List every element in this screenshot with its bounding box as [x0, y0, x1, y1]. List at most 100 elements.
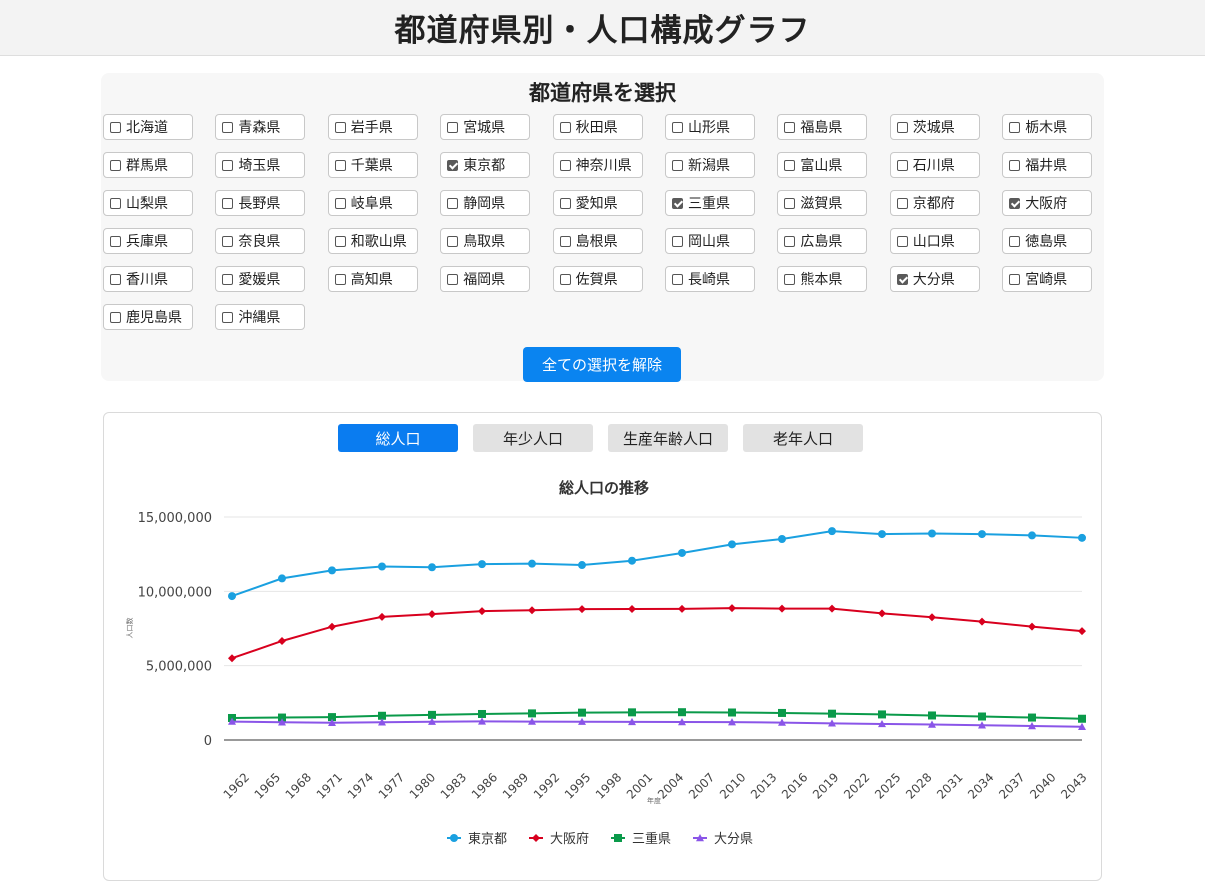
prefecture-checkbox-item[interactable]: 群馬県 [103, 152, 193, 178]
prefecture-checkbox-item[interactable]: 福井県 [1002, 152, 1093, 178]
checkbox[interactable] [222, 197, 234, 209]
checkbox[interactable] [672, 159, 683, 171]
prefecture-checkbox-item[interactable]: 徳島県 [1002, 228, 1093, 254]
checkbox[interactable] [447, 121, 459, 133]
prefecture-checkbox-item[interactable]: 鹿児島県 [103, 304, 193, 330]
checkbox[interactable] [110, 311, 121, 323]
prefecture-checkbox-item[interactable]: 北海道 [103, 114, 193, 140]
prefecture-checkbox-item[interactable]: 福島県 [777, 114, 868, 140]
prefecture-checkbox-item[interactable]: 宮崎県 [1002, 266, 1093, 292]
prefecture-checkbox-item[interactable]: 沖縄県 [215, 304, 306, 330]
prefecture-checkbox-item[interactable]: 岐阜県 [327, 190, 418, 216]
checkbox[interactable] [559, 273, 571, 285]
clear-selection-button[interactable]: 全ての選択を解除 [523, 347, 681, 382]
checkbox[interactable] [784, 197, 796, 209]
prefecture-checkbox-item[interactable]: 新潟県 [665, 152, 755, 178]
checkbox[interactable] [896, 159, 908, 171]
checkbox[interactable] [559, 121, 571, 133]
checkbox[interactable] [334, 197, 346, 209]
prefecture-checkbox-item[interactable]: 島根県 [552, 228, 643, 254]
prefecture-label: 高知県 [350, 272, 393, 288]
checkbox[interactable] [672, 273, 683, 285]
prefecture-checkbox-item[interactable]: 和歌山県 [327, 228, 418, 254]
prefecture-checkbox-item[interactable]: 兵庫県 [103, 228, 193, 254]
checkbox[interactable] [334, 235, 346, 247]
prefecture-checkbox-item[interactable]: 宮城県 [440, 114, 531, 140]
checkbox[interactable] [334, 121, 346, 133]
prefecture-checkbox-item[interactable]: 青森県 [215, 114, 306, 140]
legend-item: 大阪府 [529, 832, 589, 847]
prefecture-checkbox-item[interactable]: 秋田県 [552, 114, 643, 140]
prefecture-checkbox-item[interactable]: 茨城県 [889, 114, 980, 140]
checkbox[interactable] [447, 273, 459, 285]
prefecture-checkbox-item[interactable]: 東京都 [440, 152, 531, 178]
checkbox[interactable] [1009, 121, 1021, 133]
prefecture-checkbox-item[interactable]: 高知県 [327, 266, 418, 292]
prefecture-checkbox-item[interactable]: 千葉県 [327, 152, 418, 178]
checkbox[interactable] [784, 121, 796, 133]
checkbox[interactable] [222, 235, 234, 247]
prefecture-checkbox-item[interactable]: 熊本県 [777, 266, 868, 292]
prefecture-checkbox-item[interactable]: 愛媛県 [215, 266, 306, 292]
checkbox[interactable] [110, 273, 121, 285]
checkbox[interactable] [222, 121, 234, 133]
prefecture-checkbox-item[interactable]: 富山県 [777, 152, 868, 178]
checkbox[interactable] [222, 159, 234, 171]
checkbox[interactable] [334, 273, 346, 285]
prefecture-checkbox-item[interactable]: 山形県 [665, 114, 755, 140]
prefecture-checkbox-item[interactable]: 神奈川県 [552, 152, 643, 178]
prefecture-checkbox-item[interactable]: 鳥取県 [440, 228, 531, 254]
checkbox[interactable] [110, 235, 121, 247]
prefecture-label: 東京都 [463, 158, 506, 174]
prefecture-checkbox-item[interactable]: 石川県 [889, 152, 980, 178]
prefecture-checkbox-item[interactable]: 長野県 [215, 190, 306, 216]
prefecture-checkbox-item[interactable]: 大分県 [889, 266, 980, 292]
checkbox[interactable] [110, 121, 121, 133]
x-tick-label: 1980 [407, 770, 438, 801]
prefecture-checkbox-item[interactable]: 静岡県 [440, 190, 531, 216]
checkbox[interactable] [672, 197, 683, 209]
checkbox[interactable] [896, 235, 908, 247]
prefecture-checkbox-item[interactable]: 香川県 [103, 266, 193, 292]
checkbox[interactable] [1009, 273, 1021, 285]
prefecture-checkbox-item[interactable]: 埼玉県 [215, 152, 306, 178]
prefecture-checkbox-item[interactable]: 岩手県 [327, 114, 418, 140]
checkbox[interactable] [559, 235, 571, 247]
prefecture-checkbox-item[interactable]: 愛知県 [552, 190, 643, 216]
checkbox[interactable] [222, 311, 234, 323]
prefecture-checkbox-item[interactable]: 奈良県 [215, 228, 306, 254]
prefecture-checkbox-item[interactable]: 京都府 [889, 190, 980, 216]
prefecture-checkbox-item[interactable]: 滋賀県 [777, 190, 868, 216]
prefecture-checkbox-item[interactable]: 山梨県 [103, 190, 193, 216]
checkbox[interactable] [896, 273, 908, 285]
checkbox[interactable] [784, 273, 796, 285]
checkbox[interactable] [672, 121, 683, 133]
checkbox[interactable] [672, 235, 683, 247]
checkbox[interactable] [559, 159, 571, 171]
checkbox[interactable] [222, 273, 234, 285]
checkbox[interactable] [1009, 235, 1021, 247]
checkbox[interactable] [1009, 197, 1021, 209]
checkbox[interactable] [110, 159, 121, 171]
prefecture-checkbox-item[interactable]: 三重県 [665, 190, 755, 216]
prefecture-checkbox-item[interactable]: 長崎県 [665, 266, 755, 292]
checkbox[interactable] [784, 159, 796, 171]
prefecture-checkbox-item[interactable]: 山口県 [889, 228, 980, 254]
checkbox[interactable] [559, 197, 571, 209]
checkbox[interactable] [1009, 159, 1021, 171]
checkbox[interactable] [784, 235, 796, 247]
prefecture-checkbox-item[interactable]: 佐賀県 [552, 266, 643, 292]
checkbox[interactable] [896, 197, 908, 209]
prefecture-checkbox-item[interactable]: 栃木県 [1002, 114, 1093, 140]
prefecture-label: 大阪府 [1025, 196, 1068, 212]
checkbox[interactable] [110, 197, 121, 209]
checkbox[interactable] [447, 235, 459, 247]
checkbox[interactable] [447, 197, 459, 209]
checkbox[interactable] [896, 121, 908, 133]
prefecture-checkbox-item[interactable]: 福岡県 [440, 266, 531, 292]
checkbox[interactable] [447, 159, 459, 171]
prefecture-checkbox-item[interactable]: 広島県 [777, 228, 868, 254]
prefecture-checkbox-item[interactable]: 大阪府 [1002, 190, 1093, 216]
checkbox[interactable] [334, 159, 346, 171]
prefecture-checkbox-item[interactable]: 岡山県 [665, 228, 755, 254]
